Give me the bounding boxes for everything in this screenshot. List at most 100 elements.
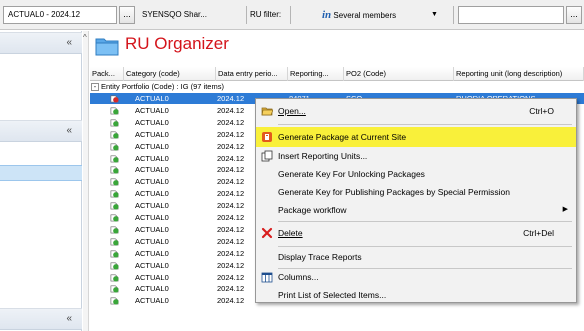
period-field[interactable]: ACTUAL0 - 2024.12 (3, 6, 117, 24)
menu-item-trace-reports[interactable]: Display Trace Reports (256, 247, 576, 267)
filter-value-input[interactable] (458, 6, 564, 24)
cell-category: ACTUAL0 (135, 105, 169, 115)
members-value: Several members (333, 11, 397, 20)
open-folder-icon (261, 107, 273, 116)
cell-category: ACTUAL0 (135, 260, 169, 270)
columns-icon (261, 272, 273, 283)
package-ok-icon (110, 285, 119, 293)
cell-category: ACTUAL0 (135, 213, 169, 222)
package-ok-icon (110, 154, 119, 163)
package-ok-icon (110, 119, 119, 127)
toolbar-separator (246, 6, 247, 24)
panel-splitter[interactable]: ^ (83, 31, 89, 331)
collapse-chevron-icon[interactable]: « (66, 126, 72, 136)
package-ok-icon (110, 178, 119, 186)
members-dropdown-icon[interactable]: ▼ (431, 6, 438, 24)
submenu-arrow-icon: ▶ (562, 206, 568, 213)
cell-category: ACTUAL0 (135, 236, 169, 246)
folder-icon (95, 38, 119, 56)
collapse-chevron-icon[interactable]: « (66, 38, 72, 48)
cell-category: ACTUAL0 (135, 129, 169, 139)
menu-item-shortcut: Ctrl+Del (523, 228, 554, 238)
menu-item-label: Delete (278, 228, 303, 238)
package-ok-icon (110, 226, 119, 234)
cell-category: ACTUAL0 (135, 201, 169, 211)
grid-header: Pack... Category (code) Data entry perio… (90, 67, 584, 81)
menu-item-label: Open... (278, 106, 306, 116)
accordion-header[interactable]: « (0, 308, 82, 330)
cell-category: ACTUAL0 (135, 177, 169, 187)
menu-item-generate-publish-key[interactable]: Generate Key for Publishing Packages by … (256, 182, 576, 202)
cell-category: ACTUAL0 (135, 117, 169, 127)
menu-item-insert-units[interactable]: Insert Reporting Units... (256, 146, 576, 166)
column-header-pack[interactable]: Pack... (90, 67, 124, 81)
cell-category: ACTUAL0 (135, 284, 169, 294)
menu-item-shortcut: Ctrl+O (529, 106, 554, 116)
menu-separator (278, 221, 572, 222)
column-header-po2[interactable]: PO2 (Code) (344, 67, 454, 81)
column-header-category[interactable]: Category (code) (124, 67, 216, 81)
column-header-reporting[interactable]: Reporting... (288, 67, 344, 81)
ru-filter-label: RU filter: (250, 10, 282, 19)
menu-item-label: Package workflow (278, 205, 347, 215)
members-selector[interactable]: in Several members (322, 6, 396, 24)
toolbar-separator (290, 6, 291, 24)
menu-item-package-workflow[interactable]: Package workflow ▶ (256, 200, 576, 220)
package-ok-icon (110, 143, 119, 151)
filter-browse-button[interactable]: ... (566, 6, 582, 24)
column-header-unit[interactable]: Reporting unit (long description) (454, 67, 584, 81)
package-ok-icon (110, 202, 119, 210)
insert-units-icon (261, 150, 273, 162)
menu-item-columns[interactable]: Columns... (256, 267, 576, 287)
entity-filter[interactable]: SYENSQO Shar... (142, 6, 207, 24)
collapse-group-icon[interactable]: - (91, 83, 99, 91)
accordion-header[interactable]: « (0, 120, 82, 142)
menu-item-label: Columns... (278, 272, 319, 282)
filter-toolbar: ACTUAL0 - 2024.12 ... SYENSQO Shar... RU… (0, 0, 584, 30)
package-ok-icon (110, 107, 119, 115)
cell-category: ACTUAL0 (135, 272, 169, 282)
menu-item-open[interactable]: Open... Ctrl+O (256, 101, 576, 121)
period-browse-button[interactable]: ... (119, 6, 135, 24)
menu-separator (278, 124, 572, 125)
context-menu: Open... Ctrl+O Generate Package at Curre… (255, 98, 577, 303)
package-ok-icon (110, 250, 119, 258)
cell-category: ACTUAL0 (135, 165, 169, 175)
menu-item-delete[interactable]: Delete Ctrl+Del (256, 223, 576, 243)
menu-item-generate-package[interactable]: Generate Package at Current Site (256, 127, 576, 147)
package-ok-icon (110, 190, 119, 198)
menu-item-label: Generate Package at Current Site (278, 132, 407, 142)
menu-item-generate-unlock-key[interactable]: Generate Key For Unlocking Packages (256, 164, 576, 184)
cell-category: ACTUAL0 (135, 153, 169, 163)
package-ok-icon (110, 238, 119, 246)
menu-item-label: Display Trace Reports (278, 252, 362, 262)
package-error-icon (110, 95, 119, 103)
scroll-up-icon[interactable]: ^ (83, 33, 87, 42)
package-ok-icon (110, 273, 119, 282)
column-header-period[interactable]: Data entry perio... (216, 67, 288, 81)
cell-category: ACTUAL0 (135, 94, 169, 103)
cell-category: ACTUAL0 (135, 224, 169, 234)
filter-icon: in (322, 9, 332, 21)
cell-category: ACTUAL0 (135, 189, 169, 199)
left-panel-selected-item[interactable] (0, 165, 82, 181)
package-ok-icon (110, 214, 119, 222)
organizer-header: RU Organizer (90, 31, 584, 65)
cell-category: ACTUAL0 (135, 296, 169, 306)
delete-x-icon (261, 227, 273, 239)
cell-category: ACTUAL0 (135, 248, 169, 258)
package-ok-icon (110, 166, 119, 174)
package-ok-icon (110, 297, 119, 305)
menu-item-label: Generate Key for Publishing Packages by … (278, 187, 510, 197)
package-ok-icon (110, 262, 119, 270)
group-label: Entity Portfolio (Code) : IG (97 items) (101, 82, 224, 91)
menu-item-label: Print List of Selected Items... (278, 290, 387, 300)
menu-item-label: Generate Key For Unlocking Packages (278, 169, 425, 179)
collapse-chevron-icon[interactable]: « (66, 314, 72, 324)
menu-item-label: Insert Reporting Units... (278, 151, 368, 161)
left-accordion-panel: « « « (0, 31, 82, 331)
menu-item-print-list[interactable]: Print List of Selected Items... (256, 285, 576, 305)
group-row[interactable]: - Entity Portfolio (Code) : IG (97 items… (90, 82, 584, 92)
accordion-header[interactable]: « (0, 32, 82, 54)
cell-category: ACTUAL0 (135, 141, 169, 151)
